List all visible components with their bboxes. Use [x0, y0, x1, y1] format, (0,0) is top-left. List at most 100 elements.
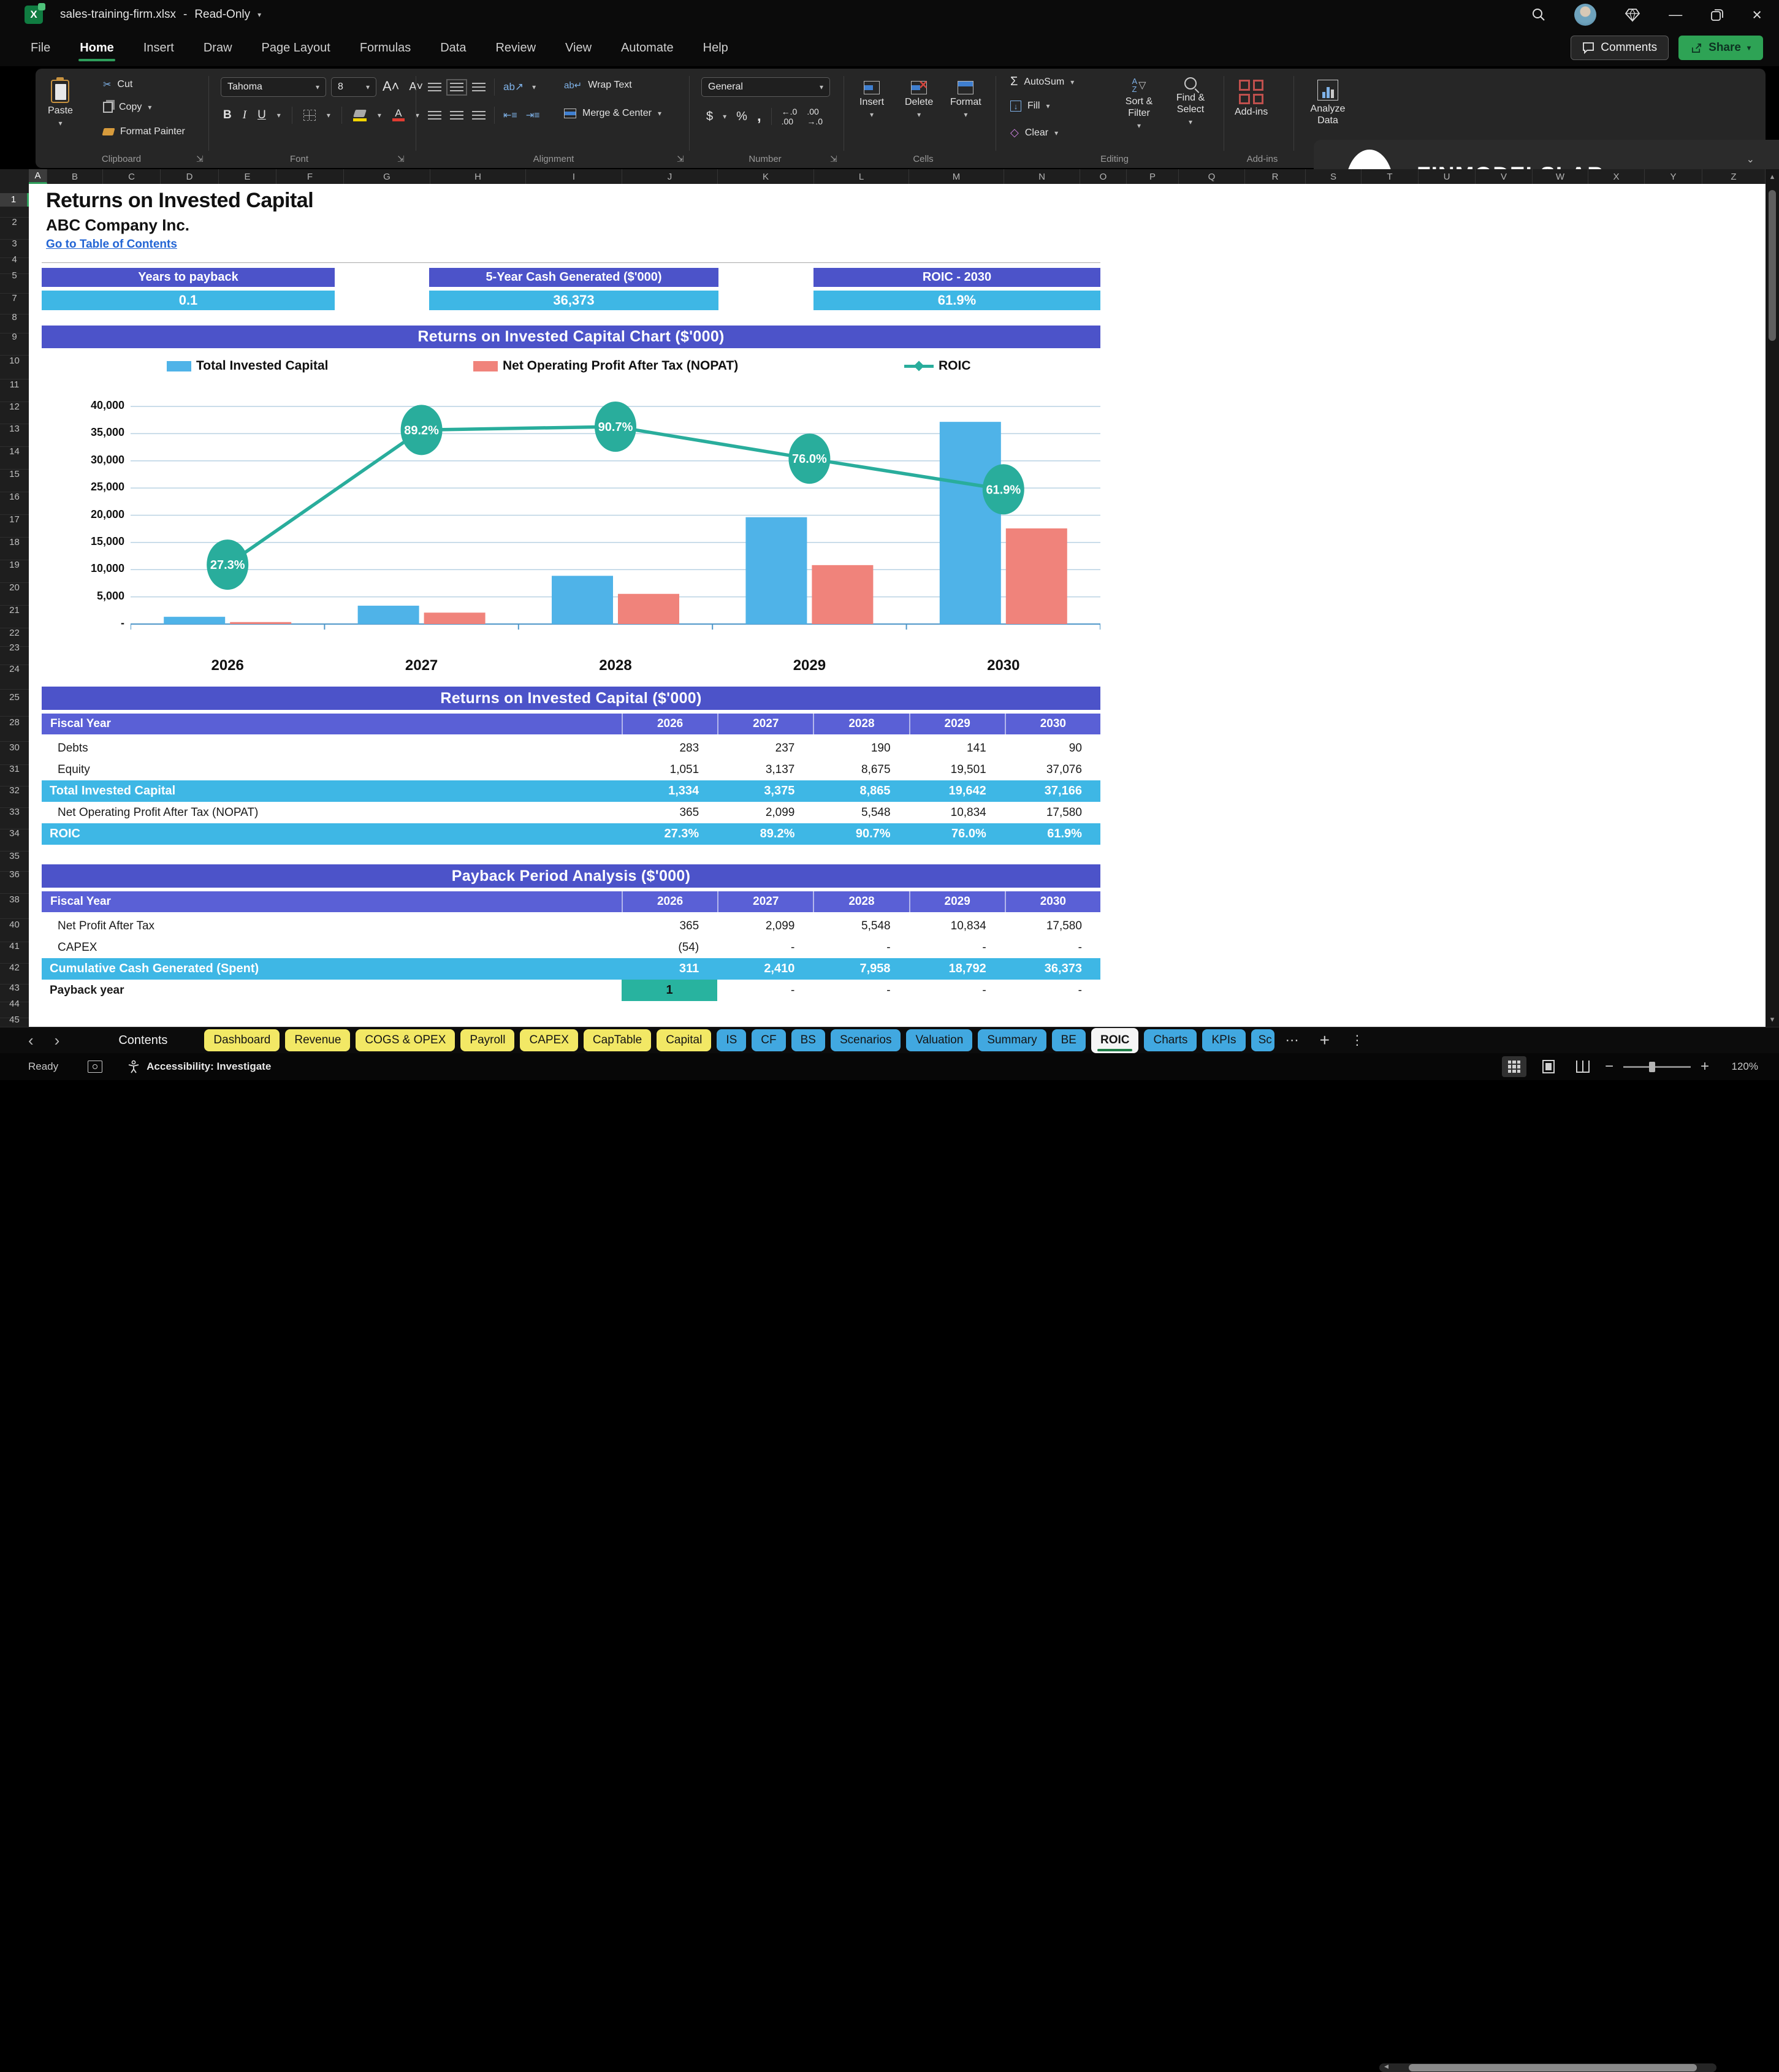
- vertical-scroll-thumb[interactable]: [1769, 190, 1776, 341]
- comma-format-icon[interactable]: ,: [757, 108, 761, 125]
- page-layout-view-button[interactable]: [1536, 1056, 1561, 1077]
- column-header-Z[interactable]: Z: [1702, 169, 1766, 184]
- row-header-42[interactable]: 42: [0, 961, 29, 975]
- row-header-1[interactable]: 1: [0, 193, 29, 207]
- align-top-icon[interactable]: [428, 82, 441, 92]
- sheet-tab-kpis[interactable]: KPIs: [1202, 1029, 1246, 1051]
- sheet-tab-summary[interactable]: Summary: [978, 1029, 1046, 1051]
- number-format-select[interactable]: General ▾: [701, 77, 830, 97]
- row-header-28[interactable]: 28: [0, 716, 29, 729]
- collapse-ribbon-icon[interactable]: ⌄: [1747, 153, 1754, 166]
- sheet-tab-capex[interactable]: CAPEX: [520, 1029, 578, 1051]
- column-header-S[interactable]: S: [1306, 169, 1362, 184]
- premium-diamond-icon[interactable]: [1625, 7, 1640, 22]
- row-header-15[interactable]: 15: [0, 468, 29, 481]
- column-header-N[interactable]: N: [1004, 169, 1080, 184]
- sheet-tab-scenarios[interactable]: Scenarios: [830, 1029, 901, 1051]
- clipboard-dialog-launcher-icon[interactable]: ⇲: [196, 154, 204, 164]
- row-header-19[interactable]: 19: [0, 558, 29, 572]
- format-painter-button[interactable]: Format Painter: [102, 126, 185, 137]
- column-header-K[interactable]: K: [718, 169, 814, 184]
- column-header-C[interactable]: C: [103, 169, 161, 184]
- comments-button[interactable]: Comments: [1571, 36, 1669, 60]
- row-header-38[interactable]: 38: [0, 893, 29, 907]
- row-header-41[interactable]: 41: [0, 940, 29, 953]
- sheet-tab-cf[interactable]: CF: [752, 1029, 786, 1051]
- column-header-R[interactable]: R: [1245, 169, 1306, 184]
- decrease-indent-icon[interactable]: ⇤≡: [503, 109, 517, 121]
- insert-cells-button[interactable]: Insert ▾: [859, 81, 884, 119]
- font-size-select[interactable]: 8 ▾: [331, 77, 376, 97]
- zoom-level[interactable]: 120%: [1719, 1061, 1758, 1073]
- menu-tab-view[interactable]: View: [564, 35, 593, 61]
- borders-icon[interactable]: [303, 110, 316, 121]
- row-header-13[interactable]: 13: [0, 422, 29, 436]
- autosum-button[interactable]: Σ AutoSum ▾: [1010, 75, 1074, 89]
- menu-tab-automate[interactable]: Automate: [620, 35, 675, 61]
- column-header-M[interactable]: M: [909, 169, 1004, 184]
- analyze-data-button[interactable]: Analyze Data: [1302, 80, 1354, 126]
- next-sheet-icon[interactable]: ›: [55, 1031, 60, 1050]
- menu-tab-home[interactable]: Home: [78, 35, 115, 61]
- row-header-2[interactable]: 2: [0, 216, 29, 229]
- scroll-left-icon[interactable]: ◂: [1384, 2061, 1389, 2071]
- number-dialog-launcher-icon[interactable]: ⇲: [830, 154, 837, 164]
- fill-color-button[interactable]: [352, 109, 367, 121]
- add-ins-button[interactable]: Add-ins: [1235, 80, 1268, 118]
- row-header-31[interactable]: 31: [0, 763, 29, 776]
- sheet-tab-dashboard[interactable]: Dashboard: [204, 1029, 280, 1051]
- find-select-button[interactable]: Find & Select ▾: [1167, 77, 1214, 126]
- chevron-down-icon[interactable]: ▾: [723, 112, 726, 121]
- row-header-40[interactable]: 40: [0, 918, 29, 932]
- row-header-45[interactable]: 45: [0, 1013, 29, 1027]
- sort-filter-button[interactable]: A Z ▽ Sort & Filter ▾: [1116, 77, 1162, 130]
- scroll-up-icon[interactable]: ▴: [1766, 172, 1779, 181]
- row-header-32[interactable]: 32: [0, 784, 29, 798]
- column-header-T[interactable]: T: [1362, 169, 1419, 184]
- vertical-scrollbar[interactable]: ▴ ▾: [1766, 169, 1779, 1027]
- sheet-tab-is[interactable]: IS: [717, 1029, 747, 1051]
- sheet-tab-valuation[interactable]: Valuation: [906, 1029, 973, 1051]
- font-family-select[interactable]: Tahoma ▾: [221, 77, 326, 97]
- align-center-icon[interactable]: [450, 110, 463, 120]
- table-of-contents-link[interactable]: Go to Table of Contents: [46, 238, 177, 251]
- alignment-dialog-launcher-icon[interactable]: ⇲: [677, 154, 684, 164]
- column-header-X[interactable]: X: [1588, 169, 1645, 184]
- menu-tab-help[interactable]: Help: [702, 35, 730, 61]
- row-header-17[interactable]: 17: [0, 513, 29, 527]
- row-header-14[interactable]: 14: [0, 445, 29, 459]
- align-left-icon[interactable]: [428, 110, 441, 120]
- menu-tab-insert[interactable]: Insert: [142, 35, 175, 61]
- page-break-view-button[interactable]: [1571, 1056, 1595, 1077]
- row-header-23[interactable]: 23: [0, 641, 29, 655]
- horizontal-scrollbar[interactable]: ◂: [1379, 2061, 1716, 2072]
- row-header-44[interactable]: 44: [0, 997, 29, 1011]
- column-header-W[interactable]: W: [1533, 169, 1588, 184]
- column-header-Y[interactable]: Y: [1645, 169, 1702, 184]
- delete-cells-button[interactable]: Delete ▾: [905, 77, 933, 119]
- format-cells-button[interactable]: Format ▾: [950, 81, 981, 119]
- row-header-4[interactable]: 4: [0, 253, 29, 267]
- sheet-tab-sc[interactable]: Sc: [1251, 1029, 1274, 1051]
- new-sheet-button[interactable]: +: [1320, 1030, 1330, 1050]
- row-header-33[interactable]: 33: [0, 806, 29, 819]
- menu-tab-formulas[interactable]: Formulas: [359, 35, 412, 61]
- merge-center-button[interactable]: Merge & Center ▾: [564, 108, 661, 119]
- column-header-U[interactable]: U: [1419, 169, 1476, 184]
- zoom-out-button[interactable]: −: [1605, 1058, 1613, 1075]
- accessibility-status[interactable]: Accessibility: Investigate: [147, 1061, 271, 1073]
- horizontal-scroll-thumb[interactable]: [1409, 2064, 1697, 2071]
- copy-button[interactable]: Copy ▾: [103, 102, 151, 113]
- row-header-5[interactable]: 5: [0, 269, 29, 283]
- scroll-down-icon[interactable]: ▾: [1766, 1015, 1779, 1024]
- bold-button[interactable]: B: [223, 109, 232, 122]
- macro-record-icon[interactable]: [88, 1061, 103, 1073]
- fill-button[interactable]: ↓ Fill ▾: [1010, 101, 1049, 112]
- accessibility-icon[interactable]: [127, 1060, 140, 1073]
- sheet-tab-cogs-opex[interactable]: COGS & OPEX: [356, 1029, 455, 1051]
- wrap-text-button[interactable]: ab↵ Wrap Text: [564, 80, 632, 91]
- cut-button[interactable]: ✂ Cut: [103, 78, 132, 91]
- sheet-tab-charts[interactable]: Charts: [1144, 1029, 1197, 1051]
- column-header-H[interactable]: H: [430, 169, 526, 184]
- column-header-V[interactable]: V: [1476, 169, 1533, 184]
